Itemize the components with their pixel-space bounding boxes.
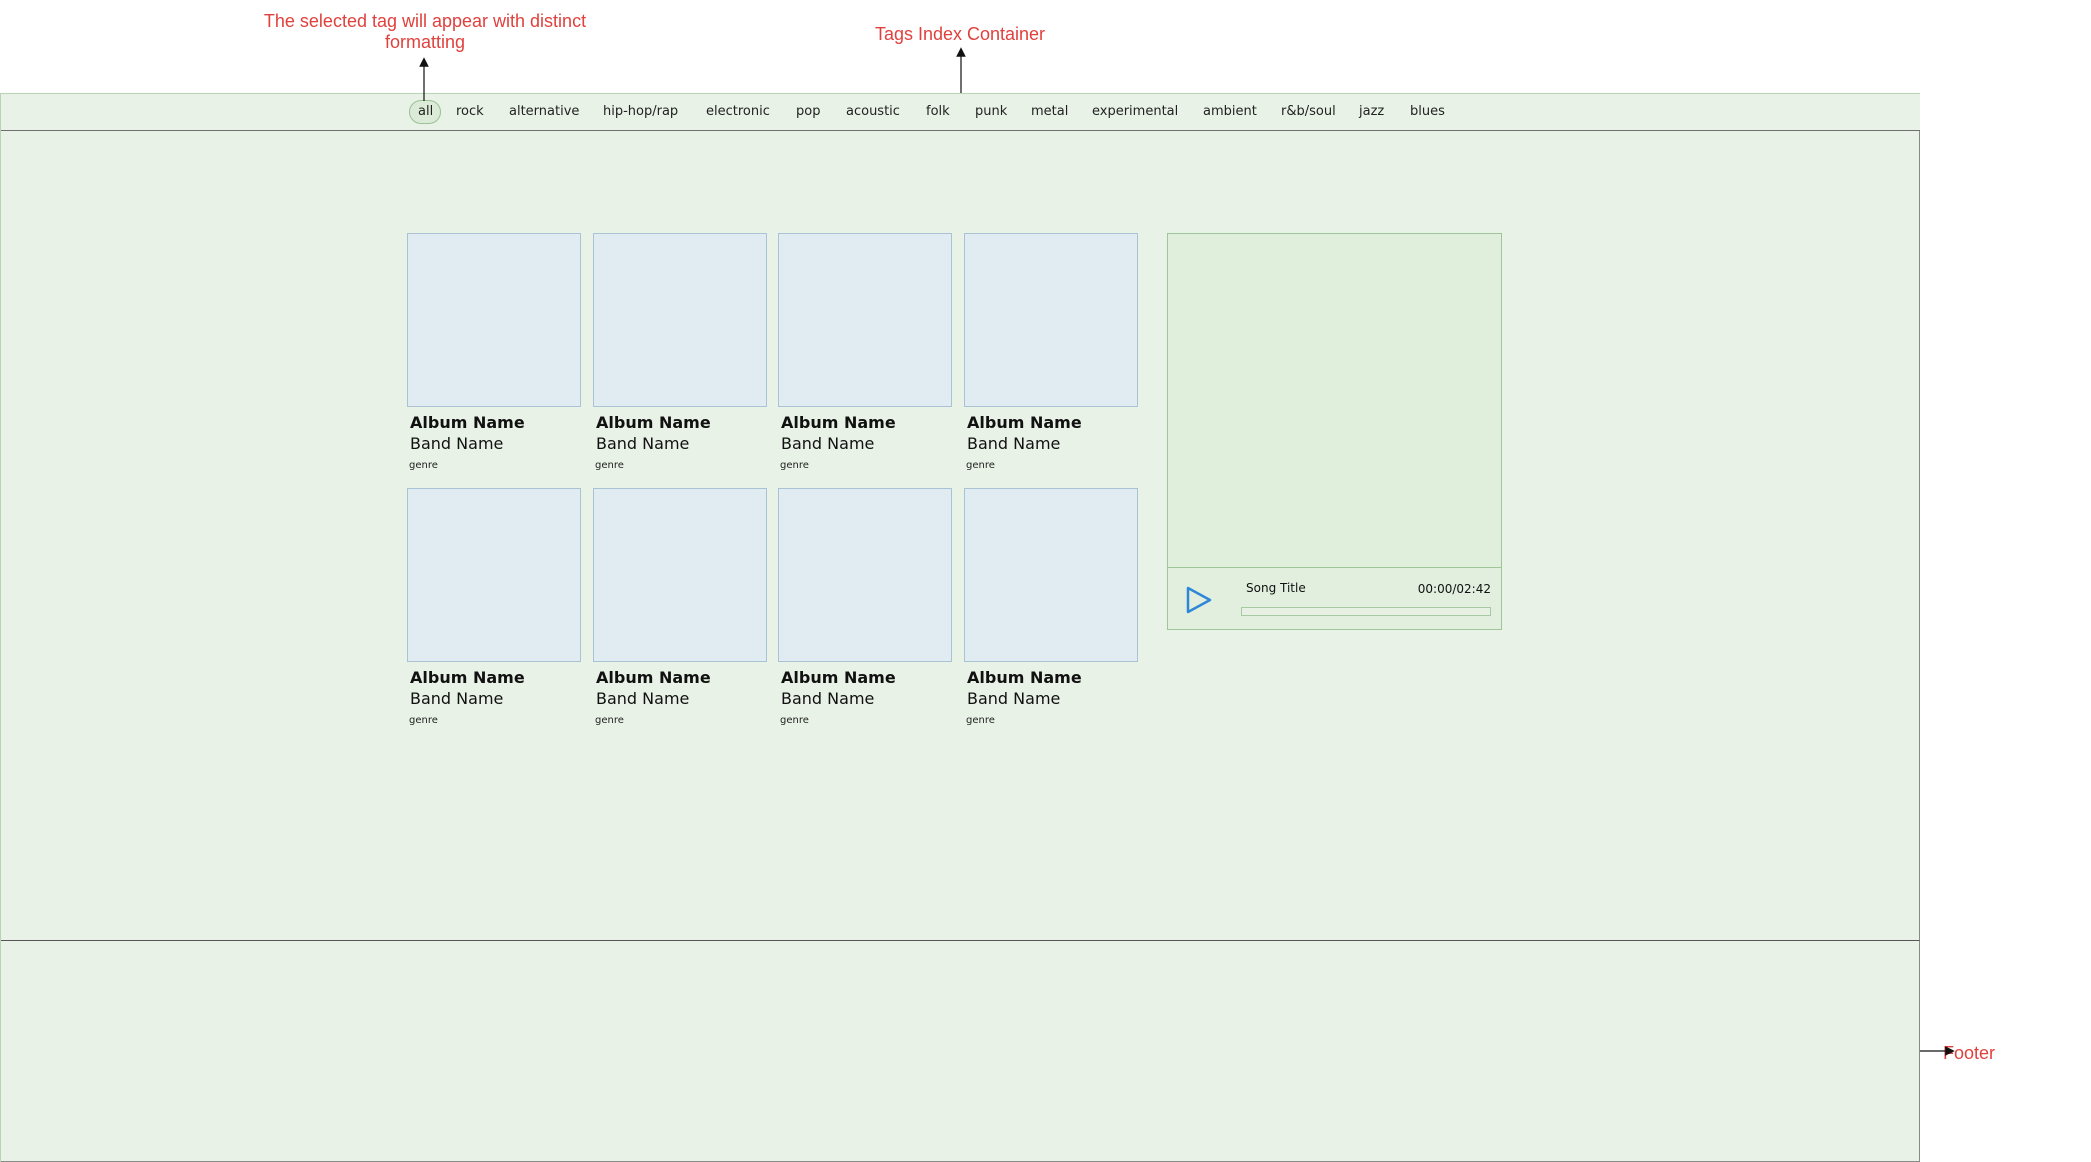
album-genre: genre — [780, 715, 809, 726]
tag-item[interactable]: acoustic — [846, 103, 900, 121]
album-card[interactable]: Album Name Band Name genre — [407, 233, 581, 472]
band-name: Band Name — [410, 689, 504, 708]
player-artwork — [1167, 233, 1502, 568]
album-card[interactable]: Album Name Band Name genre — [964, 233, 1138, 472]
album-card[interactable]: Album Name Band Name genre — [778, 233, 952, 472]
album-cover[interactable] — [964, 488, 1138, 662]
tag-item[interactable]: pop — [796, 103, 820, 121]
album-cover[interactable] — [778, 488, 952, 662]
tag-item[interactable]: ambient — [1203, 103, 1257, 121]
band-name: Band Name — [967, 689, 1061, 708]
album-name: Album Name — [410, 413, 525, 432]
album-name: Album Name — [967, 668, 1082, 687]
tag-item[interactable]: metal — [1031, 103, 1068, 121]
progress-bar[interactable] — [1241, 607, 1491, 616]
play-icon[interactable] — [1185, 585, 1213, 615]
album-cover[interactable] — [593, 233, 767, 407]
main-content: Album Name Band Name genre Album Name Ba… — [0, 131, 1920, 941]
album-card[interactable]: Album Name Band Name genre — [778, 488, 952, 727]
annotation-selected-tag: The selected tag will appear with distin… — [263, 11, 587, 52]
album-card[interactable]: Album Name Band Name genre — [964, 488, 1138, 727]
album-cover[interactable] — [593, 488, 767, 662]
album-cover[interactable] — [407, 233, 581, 407]
tag-item[interactable]: hip-hop/rap — [603, 103, 678, 121]
player-controls: Song Title 00:00/02:42 — [1167, 568, 1502, 630]
band-name: Band Name — [967, 434, 1061, 453]
album-name: Album Name — [596, 668, 711, 687]
album-genre: genre — [966, 460, 995, 471]
tag-item[interactable]: rock — [456, 103, 484, 121]
album-genre: genre — [595, 460, 624, 471]
tag-item[interactable]: experimental — [1092, 103, 1178, 121]
footer — [0, 940, 1920, 1162]
tag-item[interactable]: electronic — [706, 103, 770, 121]
album-genre: genre — [595, 715, 624, 726]
album-genre: genre — [780, 460, 809, 471]
music-player: Song Title 00:00/02:42 — [1167, 233, 1502, 631]
page-left-edge — [0, 93, 1, 1162]
album-cover[interactable] — [407, 488, 581, 662]
album-card[interactable]: Album Name Band Name genre — [593, 233, 767, 472]
album-name: Album Name — [781, 413, 896, 432]
tag-item[interactable]: folk — [926, 103, 950, 121]
tag-item[interactable]: all — [409, 100, 442, 124]
album-name: Album Name — [967, 413, 1082, 432]
album-card[interactable]: Album Name Band Name genre — [407, 488, 581, 727]
annotation-tags-container: Tags Index Container — [874, 24, 1046, 44]
album-card[interactable]: Album Name Band Name genre — [593, 488, 767, 727]
band-name: Band Name — [781, 689, 875, 708]
album-genre: genre — [409, 715, 438, 726]
album-genre: genre — [966, 715, 995, 726]
song-title: Song Title — [1246, 581, 1306, 595]
tag-item[interactable]: punk — [975, 103, 1007, 121]
tag-item[interactable]: jazz — [1359, 103, 1384, 121]
album-name: Album Name — [781, 668, 896, 687]
album-cover[interactable] — [778, 233, 952, 407]
annotation-footer: Footer — [1943, 1043, 1996, 1063]
tag-item[interactable]: r&b/soul — [1281, 103, 1336, 121]
album-genre: genre — [409, 460, 438, 471]
band-name: Band Name — [781, 434, 875, 453]
album-name: Album Name — [596, 413, 711, 432]
band-name: Band Name — [596, 689, 690, 708]
tag-item[interactable]: blues — [1410, 103, 1445, 121]
tag-item[interactable]: alternative — [509, 103, 579, 121]
wireframe-canvas: The selected tag will appear with distin… — [0, 0, 2091, 1162]
album-cover[interactable] — [964, 233, 1138, 407]
album-name: Album Name — [410, 668, 525, 687]
song-time: 00:00/02:42 — [1417, 582, 1491, 596]
band-name: Band Name — [596, 434, 690, 453]
band-name: Band Name — [410, 434, 504, 453]
tags-index-container: all rock alternative hip-hop/rap electro… — [0, 93, 1920, 131]
